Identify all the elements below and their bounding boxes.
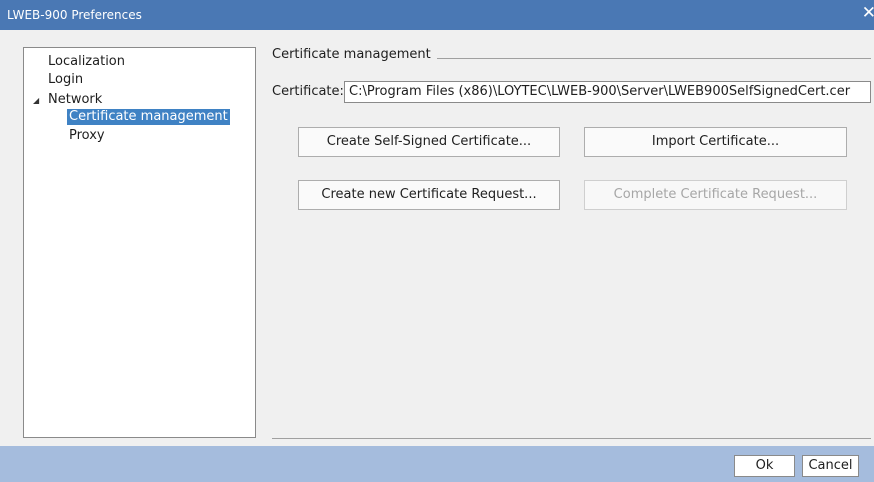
complete-certificate-request-button: Complete Certificate Request... [584, 180, 847, 210]
create-certificate-request-button[interactable]: Create new Certificate Request... [298, 180, 560, 210]
bottom-separator [272, 438, 871, 439]
tree-item-proxy[interactable]: Proxy [69, 128, 105, 144]
tree-item-login[interactable]: Login [48, 72, 83, 88]
title-bar: LWEB-900 Preferences ✕ [0, 0, 874, 30]
expand-triangle-icon[interactable]: ◢ [33, 96, 39, 106]
tree-item-network[interactable]: Network [48, 92, 102, 108]
tree-item-localization[interactable]: Localization [48, 54, 125, 70]
window-title: LWEB-900 Preferences [7, 8, 142, 22]
import-certificate-button[interactable]: Import Certificate... [584, 127, 847, 157]
close-icon[interactable]: ✕ [862, 5, 874, 22]
group-separator [424, 58, 871, 59]
ok-button[interactable]: Ok [734, 455, 795, 477]
preferences-dialog: LWEB-900 Preferences ✕ Localization Logi… [0, 0, 874, 482]
certificate-label: Certificate: [272, 84, 344, 99]
certificate-path-field[interactable]: C:\Program Files (x86)\LOYTEC\LWEB-900\S… [344, 81, 871, 103]
preferences-tree: Localization Login ◢ Network Certificate… [23, 47, 256, 438]
cancel-button[interactable]: Cancel [802, 455, 859, 477]
tree-item-certificate-management[interactable]: Certificate management [67, 109, 230, 125]
create-self-signed-certificate-button[interactable]: Create Self-Signed Certificate... [298, 127, 560, 157]
group-title: Certificate management [272, 47, 437, 62]
